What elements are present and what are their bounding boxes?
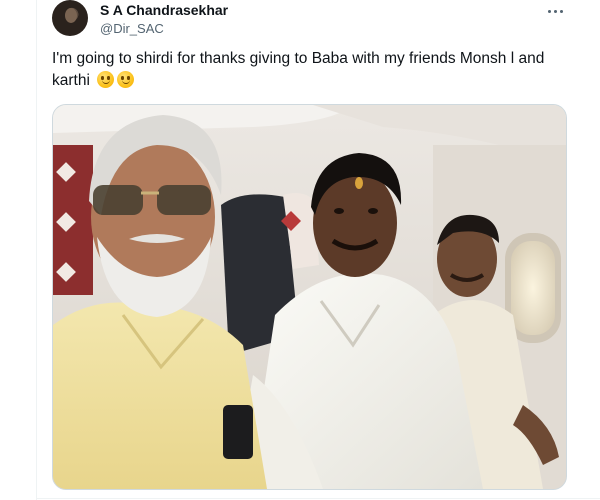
tweet-photo[interactable] [52, 104, 567, 490]
more-options-icon-dot [559, 9, 563, 13]
bottom-divider [36, 498, 600, 499]
avatar-face [65, 8, 77, 23]
smiling-face-emoji-icon [117, 71, 135, 88]
thread-divider [36, 0, 37, 500]
author-display-name[interactable]: S A Chandrasekhar [100, 2, 228, 18]
more-options-button[interactable] [542, 0, 568, 22]
more-options-icon-dot [553, 9, 557, 13]
author-handle[interactable]: @Dir_SAC [100, 21, 164, 36]
tweet-card[interactable]: S A Chandrasekhar @Dir_SAC I'm going to … [0, 0, 600, 500]
selfie-photo-illustration [53, 105, 566, 489]
tweet-text-container: I'm going to shirdi for thanks giving to… [52, 48, 572, 92]
smiling-face-emoji-icon [97, 71, 115, 88]
author-avatar[interactable] [52, 0, 88, 36]
more-options-icon [547, 9, 551, 13]
